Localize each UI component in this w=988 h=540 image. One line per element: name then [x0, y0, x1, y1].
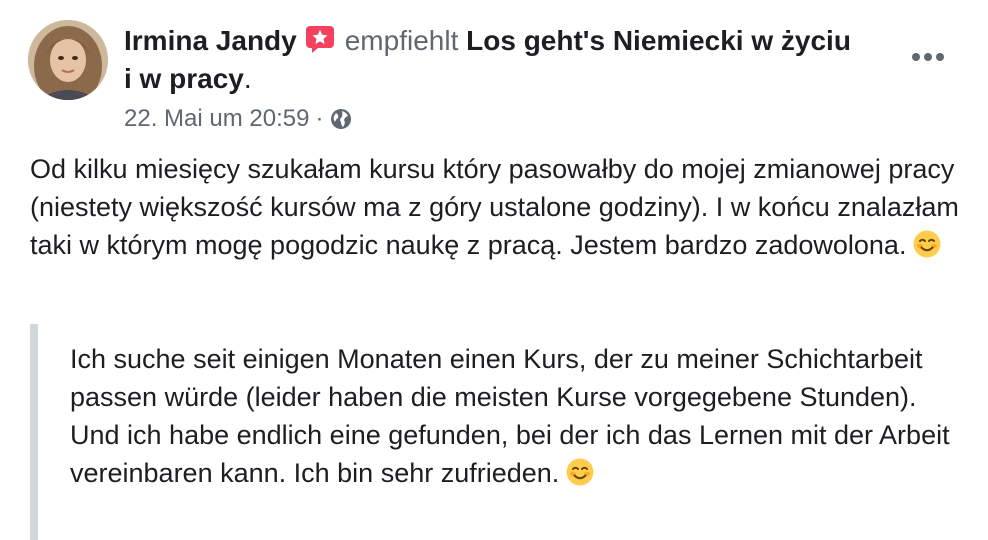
timestamp-link[interactable]: 22. Mai um 20:59: [124, 105, 309, 133]
recommend-verb: empfiehlt: [344, 25, 459, 56]
header-period: .: [243, 63, 252, 94]
author-avatar[interactable]: [28, 20, 108, 100]
more-options-icon-dot: [924, 53, 932, 61]
post-header: Irmina Jandy empfiehlt Los geht's Niemiec…: [124, 22, 864, 98]
translation-quote: Ich suche seit einigen Monaten einen Kur…: [30, 324, 968, 540]
author-name[interactable]: Irmina Jandy: [124, 25, 297, 56]
smiling-face-icon: [565, 457, 595, 487]
meta-separator: ·: [315, 105, 324, 132]
globe-icon[interactable]: [329, 107, 353, 131]
smiling-face-icon: [912, 229, 942, 259]
recommend-star-icon: [305, 24, 335, 54]
more-options-icon: [912, 53, 920, 61]
post-meta: 22. Mai um 20:59 ·: [124, 102, 353, 136]
translation-text: Ich suche seit einigen Monaten einen Kur…: [70, 340, 960, 492]
post-text: Od kilku miesięcy szukałam kursu który p…: [30, 150, 960, 264]
post-card: Irmina Jandy empfiehlt Los geht's Niemiec…: [0, 0, 988, 540]
post-text-content: Od kilku miesięcy szukałam kursu który p…: [30, 154, 959, 260]
more-options-button[interactable]: [908, 44, 948, 70]
more-options-icon-dot: [936, 53, 944, 61]
translation-text-content: Ich suche seit einigen Monaten einen Kur…: [70, 344, 950, 488]
